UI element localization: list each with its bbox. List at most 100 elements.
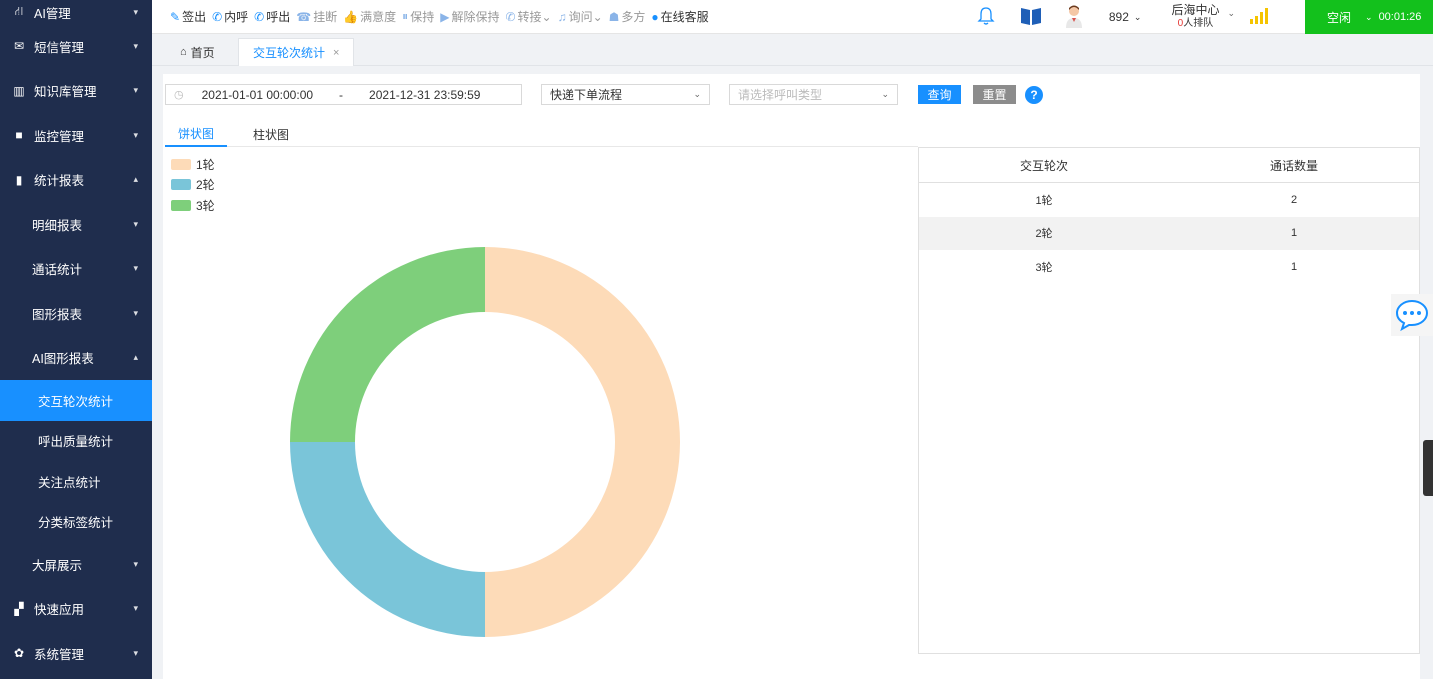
toolbar-label: 内呼 <box>224 10 249 24</box>
outbound-call-button[interactable]: ✆ 呼出 <box>254 8 290 25</box>
flow-select[interactable]: 快递下单流程 ⌄ <box>541 84 710 105</box>
internal-call-icon: ✆ <box>212 9 223 24</box>
donut-slice-3[interactable] <box>290 247 485 442</box>
internal-call-button[interactable]: ✆ 内呼 <box>212 8 248 25</box>
cell-count: 1 <box>1290 227 1298 240</box>
side-drawer-handle[interactable] <box>1423 440 1433 496</box>
sidebar-leaf-label: 呼出质量统计 <box>38 435 114 450</box>
chart-view-tabs: 饼状图 柱状图 <box>165 122 918 147</box>
sidebar-subitem-0[interactable]: 明细报表 ▾ <box>0 202 152 247</box>
chevron-down-icon: ▾ <box>133 603 138 614</box>
toolbar-label: 转接⌄ <box>517 10 552 24</box>
sidebar-item-label: 短信管理 <box>34 40 85 55</box>
transfer-button[interactable]: ✆ 转接⌄ <box>505 8 551 25</box>
stats-table: 交互轮次 通话数量 1轮 2 2轮 1 3轮 1 <box>918 147 1420 654</box>
sidebar-leaf-1[interactable]: 呼出质量统计 <box>0 421 152 462</box>
chart-legend: 1轮 2轮 3轮 <box>171 154 215 216</box>
legend-swatch <box>171 199 191 211</box>
chevron-down-icon[interactable]: ⌄ <box>1227 8 1235 19</box>
queue-label: 人排队 <box>1183 18 1214 29</box>
tab-home-label: 首页 <box>190 45 215 60</box>
chevron-down-icon: ▾ <box>133 218 138 229</box>
legend-label: 3轮 <box>196 198 215 213</box>
sidebar-bottom-2[interactable]: ✿ 系统管理 ▾ <box>0 631 152 676</box>
tab-pie-chart[interactable]: 饼状图 <box>165 122 228 147</box>
chevron-down-icon: ⌄ <box>1133 11 1142 22</box>
center-name: 后海中心 <box>1171 3 1220 17</box>
sidebar-bottom-0[interactable]: 大屏展示 ▾ <box>0 542 152 587</box>
column-header-count[interactable]: 通话数量 <box>1169 157 1419 174</box>
chevron-down-icon: ⌄ <box>693 89 701 99</box>
cell-round: 3轮 <box>1035 261 1053 274</box>
agent-status[interactable]: 空闲 ⌄ 00:01:26 <box>1305 0 1433 34</box>
sidebar-item-0[interactable]: ⛙ AI管理 ▾ <box>0 0 152 24</box>
multiparty-button[interactable]: ☗ 多方 <box>609 8 646 25</box>
status-timer: 00:01:26 <box>1378 11 1422 23</box>
legend-item[interactable]: 1轮 <box>171 154 215 175</box>
sidebar-leaf-3[interactable]: 分类标签统计 <box>0 502 152 543</box>
transfer-icon: ✆ <box>505 9 516 24</box>
sidebar-subitem-3[interactable]: AI图形报表 ▴ <box>0 336 152 381</box>
manual-book-icon[interactable] <box>1019 5 1043 30</box>
chevron-down-icon: ▾ <box>133 85 138 96</box>
call-type-placeholder: 请选择呼叫类型 <box>738 88 823 102</box>
chevron-down-icon: ▾ <box>133 129 138 140</box>
call-type-select[interactable]: 请选择呼叫类型 ⌄ <box>729 84 898 105</box>
date-range-picker[interactable]: ◷ 2021-01-01 00:00:00 - 2021-12-31 23:59… <box>165 84 522 105</box>
page-tabs: ⌂ 首页 交互轮次统计 × <box>152 34 1433 66</box>
sidebar-subitem-label: 通话统计 <box>32 263 83 278</box>
sidebar-item-4[interactable]: ▮ 统计报表 ▴ <box>0 158 152 203</box>
tab-home[interactable]: ⌂ 首页 <box>166 38 229 66</box>
unhold-button[interactable]: ▶ 解除保持 <box>440 8 499 25</box>
date-start[interactable]: 2021-01-01 00:00:00 <box>202 88 313 102</box>
chevron-down-icon: ⌄ <box>881 89 889 99</box>
bell-icon[interactable] <box>977 6 995 29</box>
gear-icon: ✿ <box>13 646 25 661</box>
sidebar-item-label: 大屏展示 <box>32 558 83 573</box>
sidebar-bottom-1[interactable]: ▞ 快速应用 ▾ <box>0 587 152 632</box>
sidebar-item-3[interactable]: ■ 监控管理 ▾ <box>0 113 152 158</box>
tab-interaction-rounds[interactable]: 交互轮次统计 × <box>238 38 355 66</box>
sidebar-subitem-2[interactable]: 图形报表 ▾ <box>0 291 152 336</box>
legend-item[interactable]: 2轮 <box>171 175 215 196</box>
donut-slice-1[interactable] <box>485 247 680 637</box>
help-icon[interactable]: ? <box>1025 86 1043 104</box>
sign-out-button[interactable]: ✎ 签出 <box>170 8 206 25</box>
reset-button[interactable]: 重置 <box>973 85 1016 104</box>
table-header: 交互轮次 通话数量 <box>919 148 1419 183</box>
sidebar-item-2[interactable]: ▥ 知识库管理 ▾ <box>0 69 152 114</box>
toolbar-label: 保持 <box>410 10 435 24</box>
tab-bar-chart[interactable]: 柱状图 <box>240 122 302 147</box>
sidebar-item-1[interactable]: ✉ 短信管理 ▾ <box>0 24 152 69</box>
consult-button[interactable]: ♫ 询问⌄ <box>558 8 603 25</box>
close-icon[interactable]: × <box>333 47 339 59</box>
query-button[interactable]: 查询 <box>918 85 961 104</box>
chevron-up-icon: ▴ <box>133 174 138 185</box>
chevron-down-icon: ▾ <box>133 558 138 569</box>
column-header-rounds[interactable]: 交互轮次 <box>919 157 1169 174</box>
consult-icon: ♫ <box>557 9 567 24</box>
legend-item[interactable]: 3轮 <box>171 195 215 216</box>
sidebar-item-label: 系统管理 <box>34 647 85 662</box>
camera-icon: ■ <box>15 128 23 143</box>
extension-selector[interactable]: 892 ⌄ <box>1109 10 1142 24</box>
hold-button[interactable]: ⏸ 保持 <box>402 8 434 25</box>
sidebar-leaf-label: 分类标签统计 <box>38 516 114 531</box>
cell-count: 2 <box>1290 193 1298 206</box>
sidebar-leaf-0[interactable]: 交互轮次统计 <box>0 380 152 421</box>
sidebar-leaf-2[interactable]: 关注点统计 <box>0 461 152 502</box>
top-toolbar: ✎ 签出 ✆ 内呼 ✆ 呼出 ☎ 挂断 👍 满意度 ⏸ 保持 ▶ 解除保持 ✆ 转接⌄ ♫ 询问⌄ ☗ 多方 ● 在线客服… <box>152 0 1433 34</box>
hangup-button[interactable]: ☎ 挂断 <box>296 8 337 25</box>
signal-icon <box>1249 7 1269 27</box>
hold-icon: ⏸ <box>402 9 409 23</box>
date-end[interactable]: 2021-12-31 23:59:59 <box>369 88 480 102</box>
donut-slice-2[interactable] <box>290 442 485 637</box>
avatar[interactable] <box>1065 4 1083 31</box>
chat-bubble-icon[interactable] <box>1391 294 1433 336</box>
center-selector[interactable]: 后海中心 0人排队 <box>1171 4 1219 30</box>
sidebar-subitem-1[interactable]: 通话统计 ▾ <box>0 247 152 292</box>
sidebar-leaf-label: 关注点统计 <box>38 475 101 490</box>
satisfaction-button[interactable]: 👍 满意度 <box>343 8 396 25</box>
chevron-down-icon: ⌄ <box>1365 11 1373 22</box>
online-service-button[interactable]: ● 在线客服 <box>651 8 708 25</box>
